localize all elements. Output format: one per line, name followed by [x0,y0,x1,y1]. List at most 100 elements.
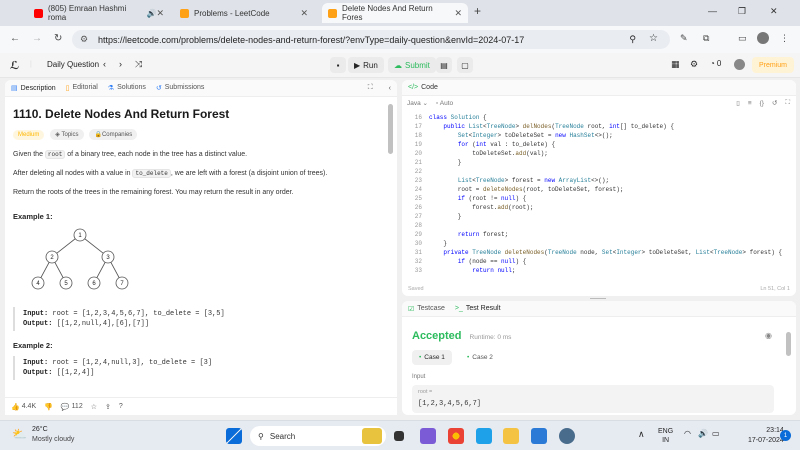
close-tab-icon[interactable]: ✕ [454,8,462,19]
streak-counter[interactable]: ◔ 0 [710,59,721,68]
code-line[interactable]: return null; [429,267,515,274]
companies-tag[interactable]: 🔒Companies [89,129,138,140]
prev-problem-icon[interactable]: ‹ [103,59,106,69]
bookmark-star-icon[interactable]: ☆ [649,33,658,44]
leetcode-logo-icon[interactable]: ℒ [10,59,22,72]
code-line[interactable]: class Solution { [429,114,487,121]
browser-tab-youtube[interactable]: (805) Emraan Hashmi roma 🔊 ✕ [28,3,170,23]
format-icon[interactable]: ≡ [748,100,752,107]
edge-icon[interactable] [476,428,492,444]
braces-icon[interactable]: {} [760,100,764,107]
settings-gear-icon[interactable]: ⚙ [690,59,698,70]
file-explorer-icon[interactable] [503,428,519,444]
tab-test-result[interactable]: >_ Test Result [455,305,501,312]
back-icon[interactable]: ← [10,33,20,44]
language-indicator[interactable]: ENG IN [658,427,673,445]
code-line[interactable]: forest.add(root); [429,204,533,211]
forward-icon[interactable]: → [32,33,42,44]
code-line[interactable]: toDeleteSet.add(val); [429,150,548,157]
tab-testcase[interactable]: ☑ Testcase [408,305,445,313]
whiteboard-icon[interactable]: ▢ [457,57,473,73]
close-tab-icon[interactable]: ✕ [300,8,308,19]
dislike-icon[interactable]: 👎 [44,403,53,411]
speaker-icon[interactable]: 🔊 [146,9,156,18]
expand-icon[interactable]: ⛶ [368,84,373,92]
next-problem-icon[interactable]: › [119,59,122,69]
language-select[interactable]: Java ⌄ [407,99,428,107]
volume-icon[interactable]: 🔊 [698,429,708,438]
layout-icon[interactable]: ▦ [671,59,680,70]
share-icon[interactable]: ⇪ [105,403,111,411]
code-body[interactable]: 16 class Solution {17 public List<TreeNod… [402,110,796,278]
url-input[interactable]: ⚙ https://leetcode.com/problems/delete-n… [72,30,670,49]
like-button[interactable]: 👍 4.4K [11,403,36,411]
fullscreen-icon[interactable]: ⛶ [785,99,790,107]
debug-icon[interactable]: ▪ [330,57,346,73]
shuffle-icon[interactable]: ⤨ [135,59,142,70]
bookmark-icon[interactable]: ▯ [736,99,740,107]
task-view-icon[interactable] [394,431,404,441]
help-icon[interactable]: ? [119,403,123,410]
wifi-icon[interactable]: ◠ [684,429,691,438]
profile-avatar[interactable] [757,32,769,44]
clock[interactable]: 23:14 17-07-2024 [748,426,784,446]
auto-mode[interactable]: ▫ Auto [436,100,453,107]
code-line[interactable]: if (root != null) { [429,195,526,202]
case-1-button[interactable]: • Case 1 [412,350,452,365]
run-button[interactable]: ▶ Run [348,57,384,73]
code-line[interactable]: private TreeNode deleteNodes(TreeNode no… [429,249,782,256]
star-icon[interactable]: ☆ [91,403,97,411]
user-avatar[interactable] [734,59,745,70]
browser-tab-active[interactable]: Delete Nodes And Return Fores ✕ [322,3,468,23]
minimize-icon[interactable]: — [708,6,717,16]
close-tab-icon[interactable]: ✕ [156,8,164,19]
close-window-icon[interactable]: ✕ [770,6,778,17]
notification-badge[interactable]: 1 [780,430,791,441]
tab-solutions[interactable]: ⚗ Solutions [108,84,146,92]
windows-start-icon[interactable] [226,428,242,444]
pen-icon[interactable]: ✎ [680,33,688,44]
chrome-icon[interactable] [448,428,464,444]
tray-expand-icon[interactable]: ∧ [638,429,645,440]
pane-resize-handle[interactable] [590,298,606,299]
eye-icon[interactable]: ◉ [765,331,772,340]
code-line[interactable]: } [429,159,462,166]
code-line[interactable]: for (int val : to_delete) { [429,141,555,148]
site-info-icon[interactable]: ⚙ [80,34,88,45]
tab-description[interactable]: ▤ Description [11,84,56,93]
code-line[interactable]: } [429,213,462,220]
daily-question-link[interactable]: Daily Question [47,60,99,69]
reload-icon[interactable]: ↻ [54,33,62,44]
code-line[interactable]: root = deleteNodes(root, toDeleteSet, fo… [429,186,624,193]
teams-icon[interactable] [420,428,436,444]
code-line[interactable]: public List<TreeNode> delNodes(TreeNode … [429,123,674,130]
zoom-icon[interactable]: ⚲ [629,34,636,45]
code-line[interactable]: } [429,240,447,247]
weather-cloud-icon[interactable]: ⛅ [12,427,27,441]
extensions-icon[interactable]: ⧉ [703,33,709,44]
code-line[interactable]: List<TreeNode> forest = new ArrayList<>(… [429,177,609,184]
topics-tag[interactable]: ◈ Topics [50,129,84,140]
new-tab-icon[interactable]: + [474,4,481,18]
notes-icon[interactable]: ▤ [436,57,452,73]
code-line[interactable]: return forest; [429,231,508,238]
widgets-icon[interactable] [362,428,382,444]
sidebar-icon[interactable]: ▭ [738,33,747,44]
browser-tab-problems[interactable]: Problems - LeetCode ✕ [174,3,314,23]
comments-button[interactable]: 💬 112 [61,403,83,411]
case-2-button[interactable]: • Case 2 [460,350,500,365]
settings-app-icon[interactable] [559,428,575,444]
tab-editorial[interactable]: ▯ Editorial [66,84,98,92]
code-line[interactable]: if (node == null) { [429,258,526,265]
restore-icon[interactable]: ❐ [738,6,746,17]
code-line[interactable]: Set<Integer> toDeleteSet = new HashSet<>… [429,132,613,139]
store-icon[interactable] [531,428,547,444]
premium-button[interactable]: Premium [752,57,795,73]
result-scrollbar[interactable] [786,332,791,356]
menu-icon[interactable]: ⋮ [780,33,789,44]
collapse-icon[interactable]: ‹ [389,85,391,92]
submit-button[interactable]: ☁ Submit [388,57,436,73]
tab-submissions[interactable]: ↺ Submissions [156,84,205,92]
description-scrollbar[interactable] [388,104,393,154]
battery-icon[interactable]: ▭ [712,429,720,438]
